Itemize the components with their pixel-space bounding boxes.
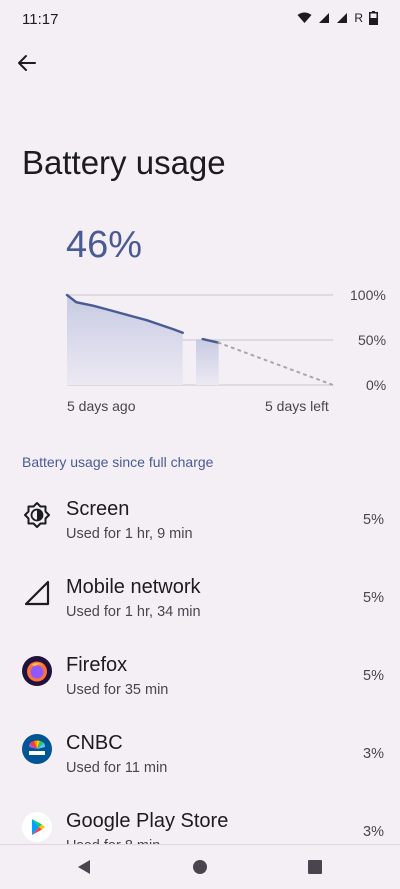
x-label-start: 5 days ago <box>67 398 136 414</box>
usage-item-name: Screen <box>66 498 130 520</box>
roaming-indicator: R <box>354 11 363 25</box>
wifi-icon <box>297 12 312 23</box>
y-label-100: 100% <box>350 287 386 303</box>
usage-item-detail: Used for 1 hr, 34 min <box>66 604 201 620</box>
battery-chart-plot <box>65 293 334 386</box>
usage-item-name: Mobile network <box>66 576 201 598</box>
battery-percentage: 46% <box>66 224 143 266</box>
y-label-50: 50% <box>358 332 387 348</box>
triangle-back-icon <box>78 860 90 874</box>
usage-item-percent: 5% <box>363 512 384 528</box>
y-label-0: 0% <box>366 377 387 393</box>
nav-home-button[interactable] <box>190 857 210 877</box>
back-button[interactable] <box>14 50 40 76</box>
play-store-icon <box>22 812 52 842</box>
brightness-icon <box>22 500 52 530</box>
usage-item-percent: 3% <box>363 746 384 762</box>
circle-home-icon <box>193 860 207 874</box>
nav-recents-button[interactable] <box>305 857 325 877</box>
usage-item-percent: 5% <box>363 668 384 684</box>
usage-item-detail: Used for 1 hr, 9 min <box>66 526 193 542</box>
battery-icon <box>369 11 378 25</box>
usage-item-detail: Used for 35 min <box>66 682 169 698</box>
chart-area <box>67 295 183 385</box>
usage-item-detail: Used for 11 min <box>66 760 168 776</box>
cell-signal-icon <box>22 578 52 608</box>
usage-item-cnbc[interactable]: CNBC Used for 11 min 3% <box>0 714 400 792</box>
usage-item-name: CNBC <box>66 732 123 754</box>
usage-item-percent: 3% <box>363 824 384 840</box>
usage-item-mobile-network[interactable]: Mobile network Used for 1 hr, 34 min 5% <box>0 558 400 636</box>
usage-item-screen[interactable]: Screen Used for 1 hr, 9 min 5% <box>0 480 400 558</box>
chart-area <box>196 339 219 385</box>
usage-item-name: Firefox <box>66 654 128 676</box>
status-bar: 11:17 R <box>0 0 400 38</box>
cnbc-icon <box>22 734 52 764</box>
status-time: 11:17 <box>22 11 59 28</box>
navigation-bar <box>0 844 400 889</box>
section-header: Battery usage since full charge <box>22 454 214 470</box>
status-icons: R <box>297 11 378 25</box>
usage-item-name: Google Play Store <box>66 810 229 832</box>
arrow-back-icon <box>18 55 36 71</box>
cell-signal-icon <box>319 13 330 23</box>
chart-projection-line <box>217 341 334 386</box>
firefox-icon <box>22 656 52 686</box>
nav-back-button[interactable] <box>74 857 94 877</box>
battery-chart: 100% 50% 0% 5 days ago 5 days left <box>56 285 396 414</box>
usage-item-firefox[interactable]: Firefox Used for 35 min 5% <box>0 636 400 714</box>
page-title: Battery usage <box>22 144 226 181</box>
square-recents-icon <box>308 860 322 874</box>
x-label-end: 5 days left <box>265 398 329 414</box>
cell-signal-roaming-icon <box>337 13 348 23</box>
usage-item-percent: 5% <box>363 590 384 606</box>
